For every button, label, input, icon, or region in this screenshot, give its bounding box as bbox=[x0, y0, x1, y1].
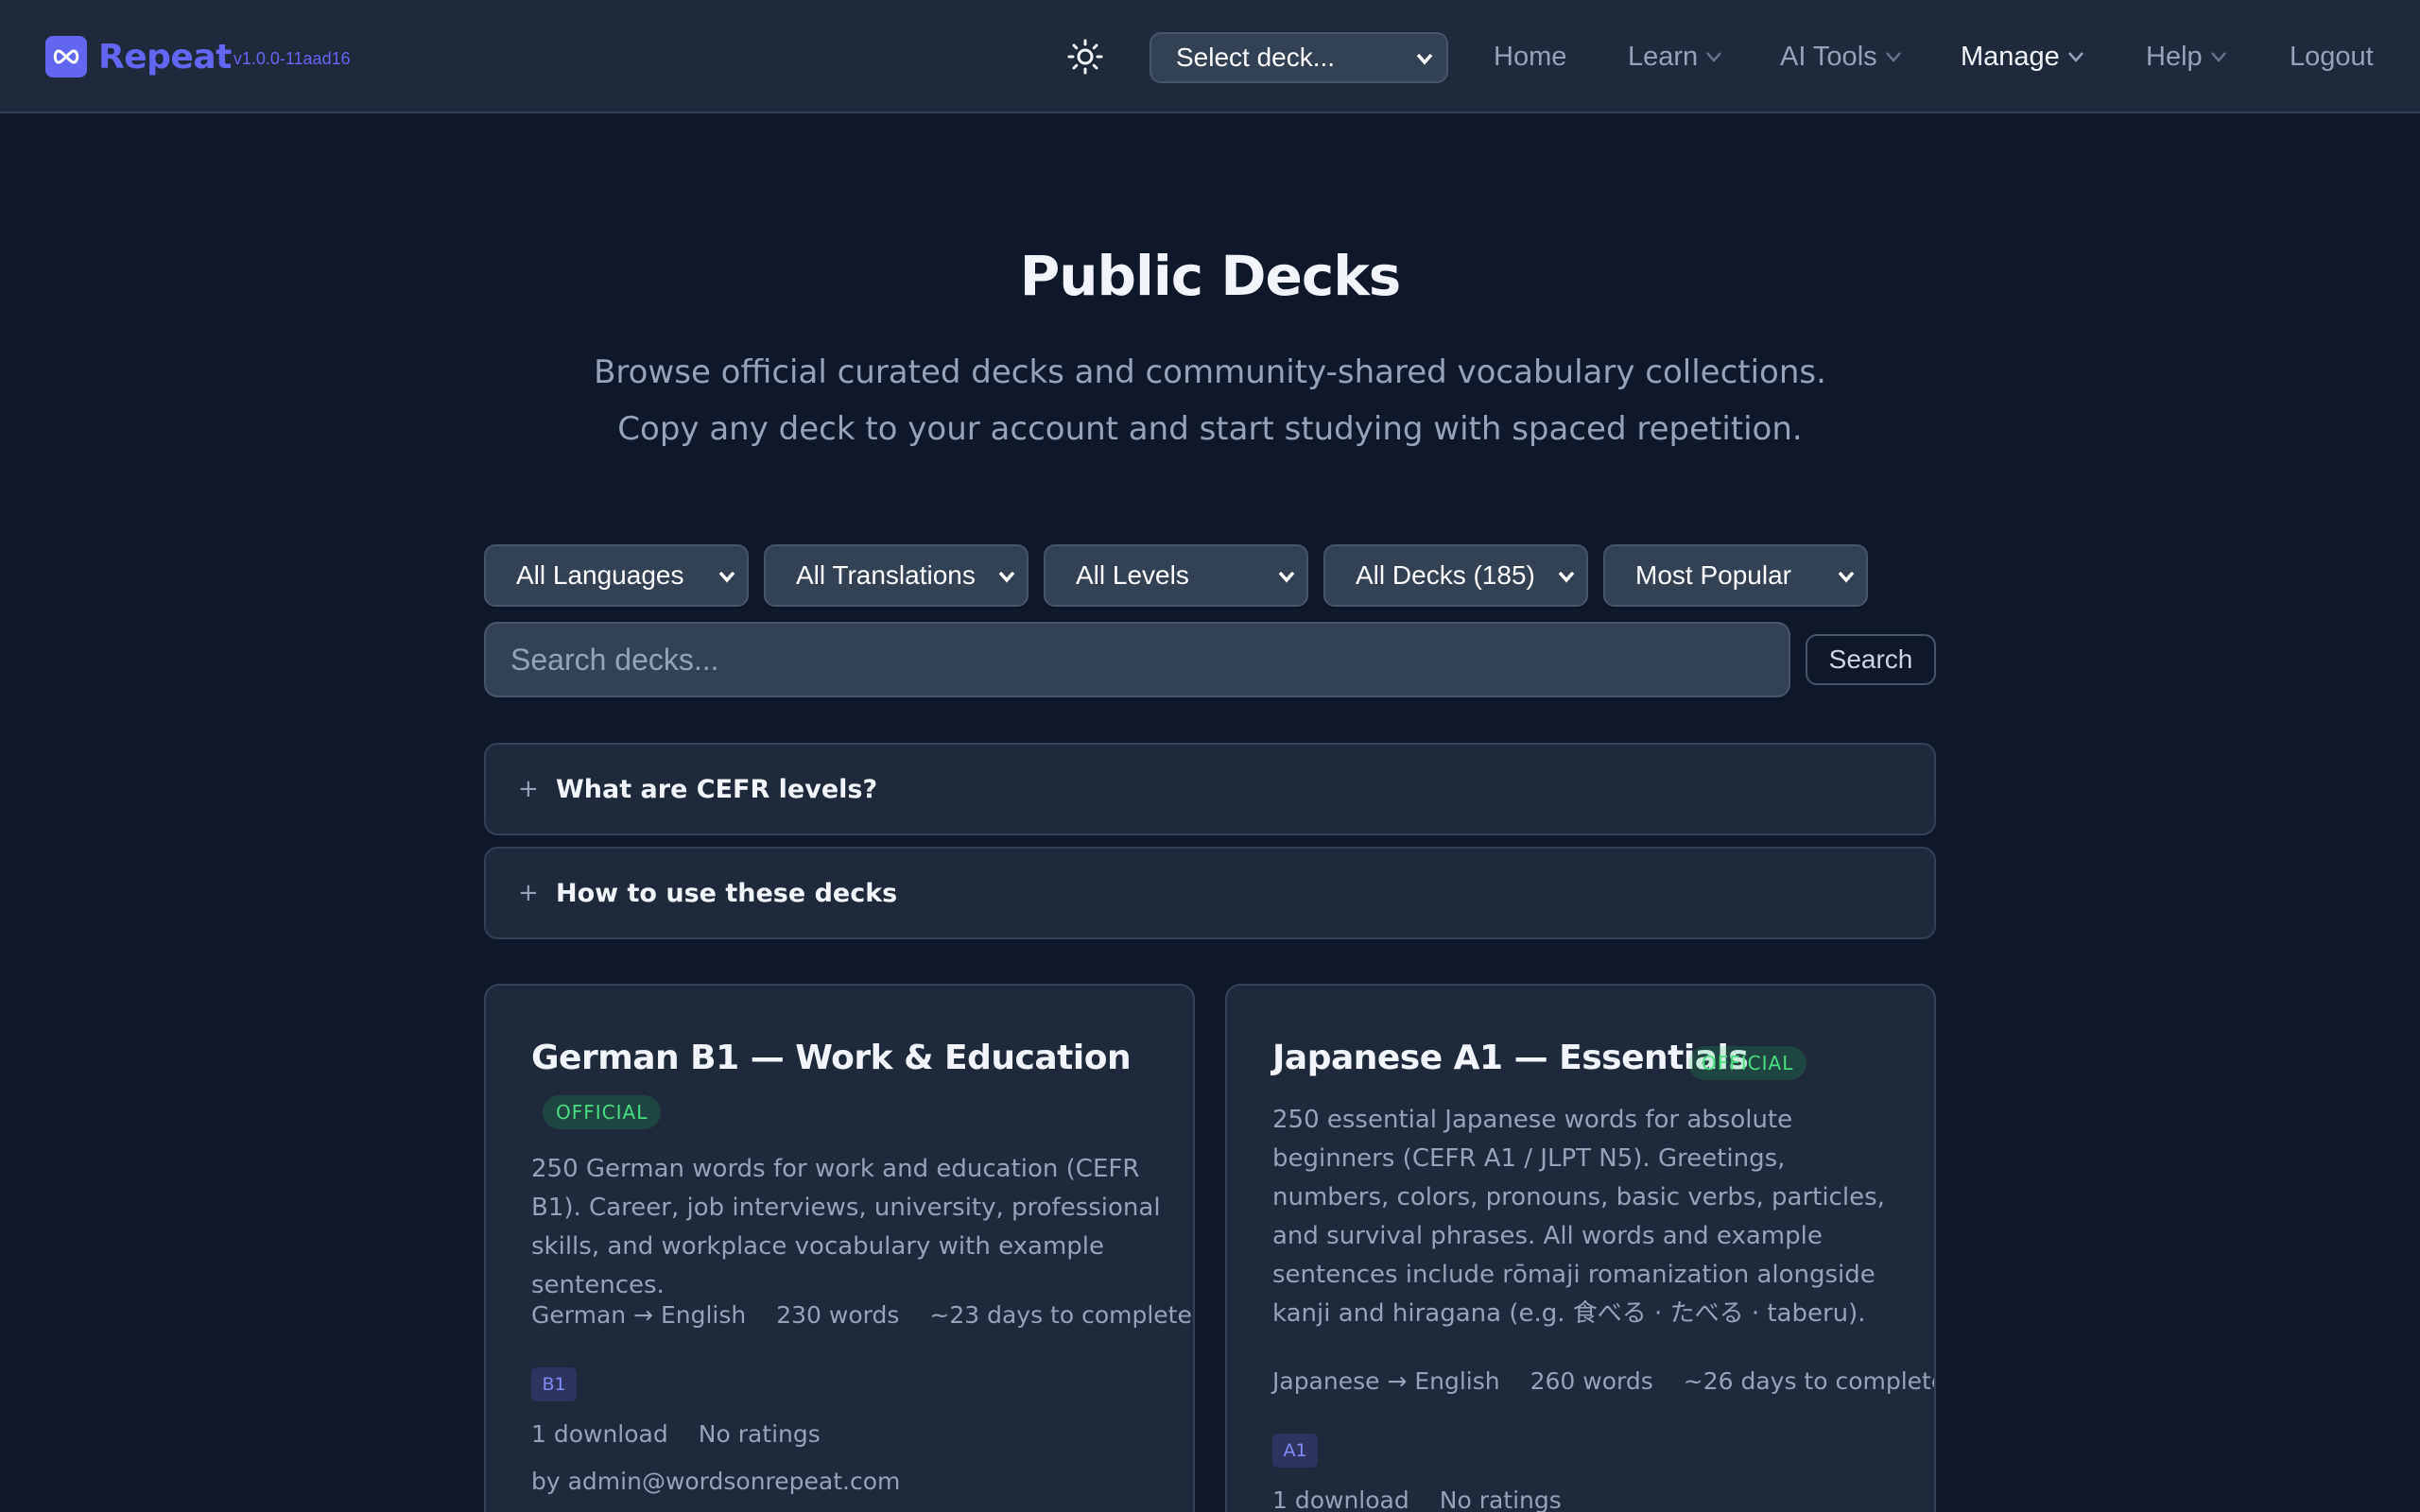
deck-meta: Japanese → English 260 words ~26 days to… bbox=[1272, 1367, 1936, 1395]
brand[interactable]: Repeat v1.0.0-11aad16 bbox=[45, 36, 351, 77]
filter-language-value: All Languages bbox=[516, 560, 684, 590]
deck-meta: German → English 230 words ~23 days to c… bbox=[531, 1301, 1192, 1329]
page-subtitle: Browse official curated decks and commun… bbox=[594, 353, 1826, 448]
filter-language[interactable]: All Languages bbox=[484, 544, 749, 607]
brand-name: Repeat bbox=[98, 37, 232, 77]
chevron-down-icon bbox=[2210, 52, 2226, 62]
deck-stats: 1 download No ratings bbox=[1272, 1486, 1562, 1512]
deck-stats: 1 download No ratings bbox=[531, 1420, 821, 1448]
filter-sort-value: Most Popular bbox=[1635, 560, 1791, 590]
filter-translation-value: All Translations bbox=[796, 560, 976, 590]
deck-select[interactable]: Select deck... bbox=[1150, 32, 1448, 83]
nav-manage[interactable]: Manage bbox=[1961, 38, 2084, 76]
chevron-down-icon bbox=[1554, 564, 1579, 595]
deck-select-value: Select deck... bbox=[1176, 43, 1336, 72]
chevron-down-icon bbox=[994, 564, 1019, 595]
official-badge: OFFICIAL bbox=[543, 1095, 662, 1129]
deck-title: Japanese A1 — Essentials bbox=[1272, 1039, 1749, 1077]
chevron-down-icon bbox=[1274, 564, 1299, 595]
filter-level[interactable]: All Levels bbox=[1044, 544, 1308, 607]
deck-downloads: 1 download bbox=[1272, 1486, 1409, 1512]
nav-help[interactable]: Help bbox=[2146, 38, 2227, 76]
filter-translation[interactable]: All Translations bbox=[764, 544, 1028, 607]
chevron-down-icon bbox=[1834, 564, 1858, 595]
chevron-down-icon bbox=[1885, 52, 1901, 62]
navbar: Repeat v1.0.0-11aad16 Select deck... Hom… bbox=[0, 0, 2420, 113]
nav-logout-label: Logout bbox=[2290, 41, 2374, 72]
deck-title: German B1 — Work & Education bbox=[531, 1039, 1132, 1077]
nav-ai-tools[interactable]: AI Tools bbox=[1780, 38, 1902, 76]
deck-card[interactable]: Japanese A1 — Essentials OFFICIAL 250 es… bbox=[1225, 984, 1936, 1512]
plus-icon: + bbox=[518, 775, 539, 803]
nav-home[interactable]: Home bbox=[1494, 38, 1566, 76]
filter-deck-type[interactable]: All Decks (185) bbox=[1323, 544, 1588, 607]
official-badge: OFFICIAL bbox=[1688, 1046, 1807, 1080]
deck-duration: ~26 days to complete bbox=[1683, 1367, 1936, 1395]
chevron-down-icon bbox=[715, 564, 739, 595]
deck-card[interactable]: German B1 — Work & Education OFFICIAL 25… bbox=[484, 984, 1195, 1512]
deck-description: 250 German words for work and education … bbox=[531, 1155, 1161, 1299]
deck-ratings: No ratings bbox=[698, 1420, 821, 1448]
nav-manage-label: Manage bbox=[1961, 41, 2060, 72]
deck-word-count: 260 words bbox=[1530, 1367, 1653, 1395]
chevron-down-icon bbox=[2067, 52, 2083, 62]
level-badge: B1 bbox=[531, 1367, 577, 1401]
infinity-icon bbox=[45, 36, 87, 77]
accordion-how-to-use[interactable]: + How to use these decks bbox=[484, 847, 1936, 939]
deck-author: by admin@wordsonrepeat.com bbox=[531, 1468, 901, 1495]
nav-home-label: Home bbox=[1494, 41, 1567, 72]
page-title: Public Decks bbox=[1019, 244, 1402, 308]
chevron-down-icon bbox=[1412, 46, 1437, 77]
search-button[interactable]: Search bbox=[1806, 634, 1936, 685]
nav-learn-label: Learn bbox=[1628, 41, 1699, 72]
deck-duration: ~23 days to complete bbox=[929, 1301, 1192, 1329]
app-version: v1.0.0-11aad16 bbox=[233, 48, 351, 68]
accordion-label: How to use these decks bbox=[556, 878, 898, 908]
filter-deck-type-value: All Decks (185) bbox=[1356, 560, 1535, 590]
nav-logout[interactable]: Logout bbox=[2290, 38, 2374, 76]
deck-description: 250 essential Japanese words for absolut… bbox=[1272, 1106, 1885, 1328]
deck-downloads: 1 download bbox=[531, 1420, 668, 1448]
level-badge: A1 bbox=[1272, 1434, 1318, 1468]
deck-languages: German → English bbox=[531, 1301, 747, 1329]
deck-ratings: No ratings bbox=[1439, 1486, 1562, 1512]
accordion-cefr-levels[interactable]: + What are CEFR levels? bbox=[484, 743, 1936, 835]
search-input[interactable] bbox=[484, 622, 1790, 697]
nav-ai-tools-label: AI Tools bbox=[1780, 41, 1877, 72]
chevron-down-icon bbox=[1706, 52, 1722, 62]
deck-languages: Japanese → English bbox=[1272, 1367, 1500, 1395]
filter-sort[interactable]: Most Popular bbox=[1603, 544, 1868, 607]
sun-icon[interactable] bbox=[1066, 38, 1104, 76]
accordion-label: What are CEFR levels? bbox=[556, 774, 878, 804]
plus-icon: + bbox=[518, 879, 539, 907]
nav-learn[interactable]: Learn bbox=[1628, 38, 1722, 76]
nav-help-label: Help bbox=[2146, 41, 2203, 72]
filter-level-value: All Levels bbox=[1076, 560, 1189, 590]
deck-word-count: 230 words bbox=[776, 1301, 900, 1329]
